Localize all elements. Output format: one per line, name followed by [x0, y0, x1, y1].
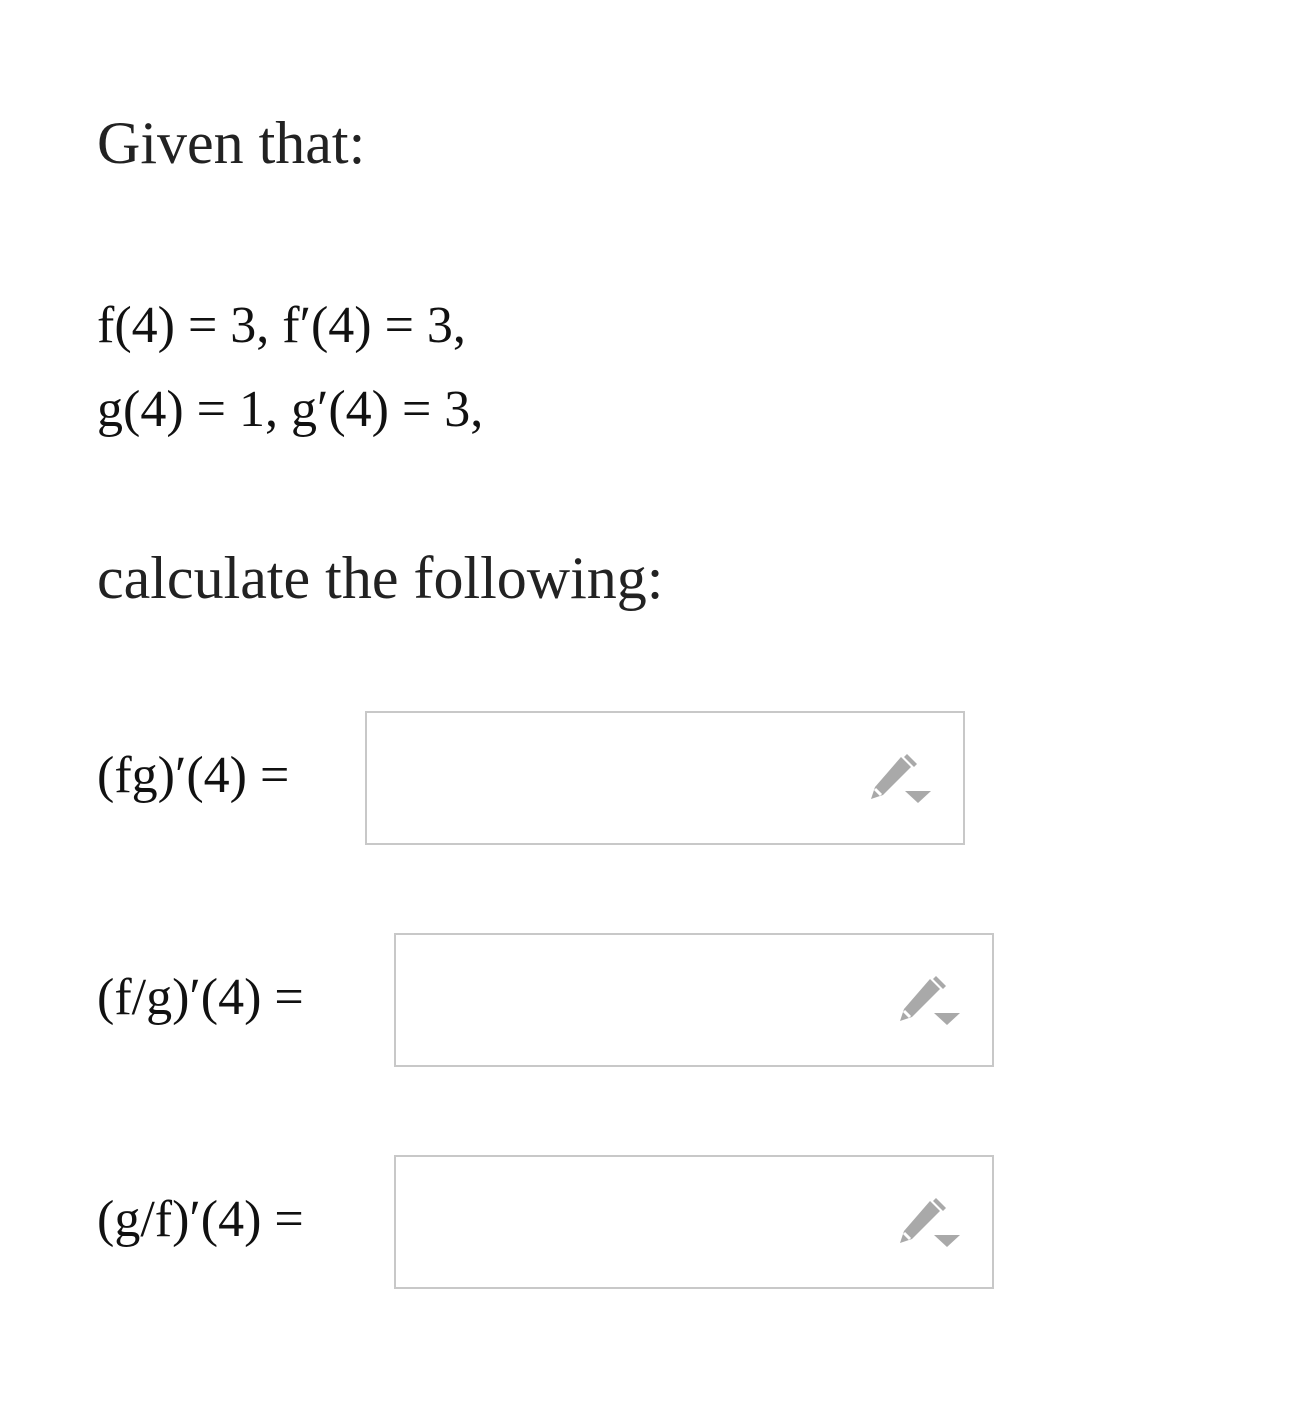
question-label: (fg)′(4) =	[97, 747, 290, 804]
intro-text: Given that:	[97, 110, 366, 176]
pencil-dropdown-icon[interactable]	[867, 753, 931, 809]
given-line-g: g(4) = 1, g′(4) = 3,	[97, 381, 484, 438]
instruction-text: calculate the following:	[97, 545, 664, 611]
pencil-dropdown-icon[interactable]	[896, 1197, 960, 1253]
given-values: f(4) = 3, f′(4) = 3, g(4) = 1, g′(4) = 3…	[97, 284, 483, 452]
question-label: (g/f)′(4) =	[97, 1191, 304, 1248]
given-line-f: f(4) = 3, f′(4) = 3,	[97, 297, 466, 354]
pencil-dropdown-icon[interactable]	[896, 975, 960, 1031]
question-label: (f/g)′(4) =	[97, 969, 304, 1026]
